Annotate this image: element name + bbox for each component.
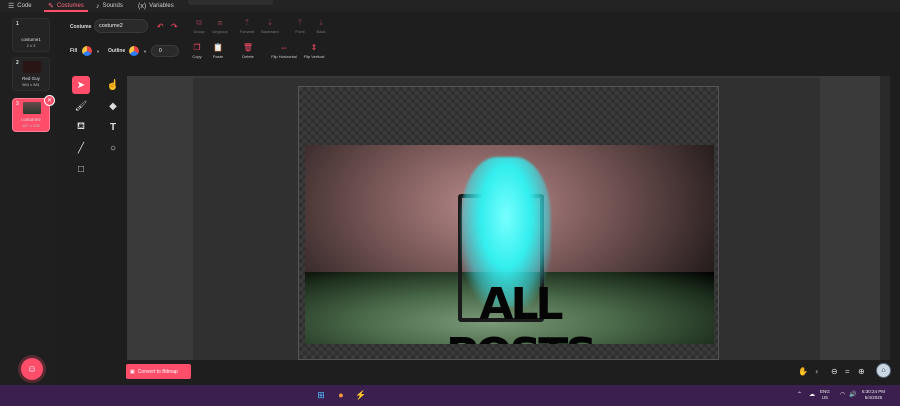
app-lightning-icon[interactable]: ⚡ <box>355 389 367 401</box>
back-button[interactable]: ⤓ Back <box>305 18 337 34</box>
circle-icon: ○ <box>109 142 117 154</box>
redo-icon[interactable]: ↷ <box>171 22 178 31</box>
arrow-cursor-icon: ➤ <box>76 79 86 91</box>
text-icon: T <box>109 121 117 133</box>
outline-width-stepper[interactable]: 0 <box>151 45 179 57</box>
line-icon: ╱ <box>77 142 85 154</box>
costume-item-2[interactable]: 2 Red Guy 564 x 581 <box>12 57 50 91</box>
flip-horizontal-icon: ⇔ <box>280 43 288 52</box>
editor-tabs: ☰ Code ✎ Costumes ♪ Sounds (x) Variables <box>0 0 900 12</box>
tab-variables[interactable]: (x) Variables <box>138 0 174 12</box>
toggle-icon[interactable]: ◐ <box>815 367 820 376</box>
fill-tool[interactable]: ⛾ <box>72 118 90 136</box>
os-taskbar <box>0 385 900 406</box>
text-tool[interactable]: T <box>104 118 122 136</box>
variable-icon: (x) <box>138 2 147 10</box>
outline-color-picker[interactable] <box>129 46 139 56</box>
fill-color-picker[interactable] <box>82 46 92 56</box>
clock[interactable]: 6:30:24 PM 5/4/2025 <box>862 389 885 401</box>
backward-icon: ⇣ <box>266 18 274 27</box>
outline-label: Outline <box>108 48 126 54</box>
paint-bucket-icon: ⛾ <box>76 120 86 132</box>
speaker-icon: ♪ <box>96 2 100 10</box>
firefox-icon[interactable]: ● <box>335 389 347 401</box>
avatar[interactable]: ⌂ <box>876 363 891 378</box>
line-tool[interactable]: ╱ <box>72 139 90 157</box>
costume-artwork[interactable]: ALL POSTS <box>305 145 714 344</box>
back-icon: ⤓ <box>319 18 323 27</box>
eraser-icon: ◆ <box>109 100 117 112</box>
backward-button[interactable]: ⇣ Backward <box>254 18 286 34</box>
circle-tool[interactable]: ○ <box>104 139 122 157</box>
costume-name-label: Costume <box>70 24 92 30</box>
convert-to-bitmap-button[interactable]: ▣ Convert to Bitmap <box>126 364 191 379</box>
scratch-editor: ☰ Code ✎ Costumes ♪ Sounds (x) Variables… <box>0 0 900 406</box>
costume-thumbnail <box>23 102 41 114</box>
cat-icon: ☺ <box>26 363 38 375</box>
chevron-down-icon: ▼ <box>96 49 100 54</box>
brush-icon: 🖌 <box>74 100 88 112</box>
paste-icon: 📋 <box>213 43 223 52</box>
delete-costume-icon[interactable]: ✕ <box>44 95 55 106</box>
flip-vertical-button[interactable]: ⇕ Flip Vertical <box>298 43 330 59</box>
square-icon: □ <box>77 163 85 175</box>
costume-thumbnail <box>23 61 41 73</box>
code-icon: ☰ <box>8 3 15 10</box>
reshape-icon: ☝ <box>106 79 120 91</box>
lock-icon: ⌂ <box>881 367 886 374</box>
volume-icon[interactable]: 🔊 <box>849 392 856 398</box>
costume-item-1[interactable]: 1 costume1 2 x 3 <box>12 18 50 52</box>
brush-tool[interactable]: 🖌 <box>72 97 90 115</box>
windows-start-icon[interactable]: ⊞ <box>315 389 327 401</box>
costume-item-3[interactable]: 3 costume2 487 x 336 ✕ <box>12 95 55 132</box>
reshape-tool[interactable]: ☝ <box>104 76 122 94</box>
window-tab-strip <box>188 0 273 5</box>
wifi-icon[interactable]: ◠ <box>840 392 845 398</box>
costume-list: 1 costume1 2 x 3 2 Red Guy 564 x 581 3 c… <box>0 12 55 385</box>
artwork-text: ALL POSTS <box>446 279 597 345</box>
trash-icon: 🗑 <box>242 43 254 52</box>
choose-costume-button[interactable]: ☺ <box>21 358 43 380</box>
tab-sounds[interactable]: ♪ Sounds <box>96 0 123 12</box>
chevron-down-icon: ▼ <box>143 49 147 54</box>
delete-button[interactable]: 🗑 Delete <box>232 43 264 59</box>
tab-code[interactable]: ☰ Code <box>8 0 32 12</box>
fill-label: Fill <box>70 48 78 54</box>
undo-icon[interactable]: ↶ <box>157 22 164 31</box>
brush-icon: ✎ <box>48 3 54 10</box>
zoom-out-icon[interactable]: ⊖ <box>831 367 838 376</box>
zoom-reset-icon[interactable]: = <box>845 367 850 376</box>
select-tool[interactable]: ➤ <box>72 76 90 94</box>
zoom-in-icon[interactable]: ⊕ <box>858 367 865 376</box>
paste-button[interactable]: 📋 Paste <box>202 43 234 59</box>
vertical-scrollbar[interactable] <box>880 76 890 360</box>
hand-icon[interactable]: ✋ <box>798 367 808 376</box>
costume-name-input[interactable] <box>94 19 148 33</box>
eraser-tool[interactable]: ◆ <box>104 97 122 115</box>
rectangle-tool[interactable]: □ <box>72 160 90 178</box>
language-indicator[interactable]: ENG US <box>820 389 830 401</box>
cloud-icon[interactable]: ☁ <box>809 392 815 398</box>
flip-vertical-icon: ⇕ <box>310 43 318 52</box>
image-icon: ▣ <box>130 368 135 375</box>
chevron-up-icon[interactable]: ⌃ <box>797 392 802 398</box>
flip-horizontal-button[interactable]: ⇔ Flip Horizontal <box>268 43 300 59</box>
